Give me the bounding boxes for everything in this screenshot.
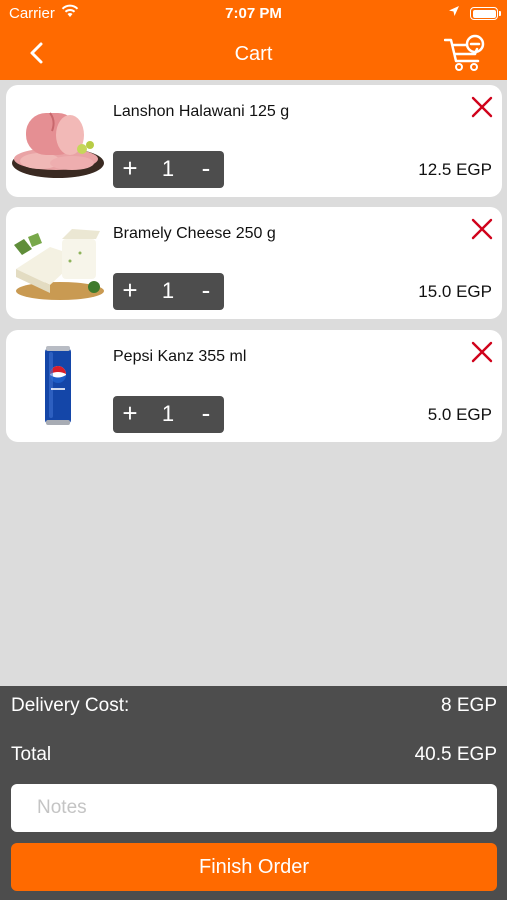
increase-quantity-button[interactable]: + (119, 398, 141, 429)
quantity-stepper: + 1 - (113, 151, 224, 188)
quantity-stepper: + 1 - (113, 273, 224, 310)
decrease-quantity-button[interactable]: - (197, 153, 215, 184)
page-title: Cart (234, 43, 273, 65)
status-bar: Carrier 7:07 PM (0, 0, 507, 28)
top-bar: Carrier 7:07 PM Cart (0, 0, 507, 80)
delivery-cost-label: Delivery Cost: (11, 695, 130, 716)
finish-order-button[interactable]: Finish Order (11, 843, 497, 891)
remove-item-icon[interactable] (470, 217, 494, 241)
total-value: 40.5 EGP (414, 744, 497, 765)
delivery-cost-value: 8 EGP (441, 695, 497, 716)
remove-item-icon[interactable] (470, 95, 494, 119)
cart-item: Lanshon Halawani 125 g + 1 - 12.5 EGP (6, 85, 502, 197)
product-name: Lanshon Halawani 125 g (113, 103, 290, 120)
product-name: Pepsi Kanz 355 ml (113, 348, 247, 365)
product-price: 12.5 EGP (418, 160, 492, 179)
quantity-value: 1 (161, 401, 175, 426)
battery-icon (470, 7, 501, 20)
increase-quantity-button[interactable]: + (119, 153, 141, 184)
product-price: 5.0 EGP (427, 405, 492, 424)
decrease-quantity-button[interactable]: - (197, 398, 215, 429)
cart-item: Bramely Cheese 250 g + 1 - 15.0 EGP (6, 207, 502, 319)
quantity-stepper: + 1 - (113, 396, 224, 433)
increase-quantity-button[interactable]: + (119, 275, 141, 306)
product-price: 15.0 EGP (418, 282, 492, 301)
product-image (14, 229, 104, 300)
cart-icon[interactable] (444, 34, 486, 72)
notes-input[interactable] (11, 784, 497, 832)
product-image (45, 346, 71, 425)
cart-item: Pepsi Kanz 355 ml + 1 - 5.0 EGP (6, 330, 502, 442)
order-summary: Delivery Cost: 8 EGP Total 40.5 EGP Fini… (0, 686, 507, 900)
quantity-value: 1 (161, 278, 175, 303)
location-arrow-icon (449, 6, 459, 16)
status-time: 7:07 PM (225, 5, 282, 22)
decrease-quantity-button[interactable]: - (197, 275, 215, 306)
product-name: Bramely Cheese 250 g (113, 225, 276, 242)
remove-item-icon[interactable] (470, 340, 494, 364)
product-image (12, 112, 104, 178)
total-label: Total (11, 744, 52, 765)
quantity-value: 1 (161, 156, 175, 181)
